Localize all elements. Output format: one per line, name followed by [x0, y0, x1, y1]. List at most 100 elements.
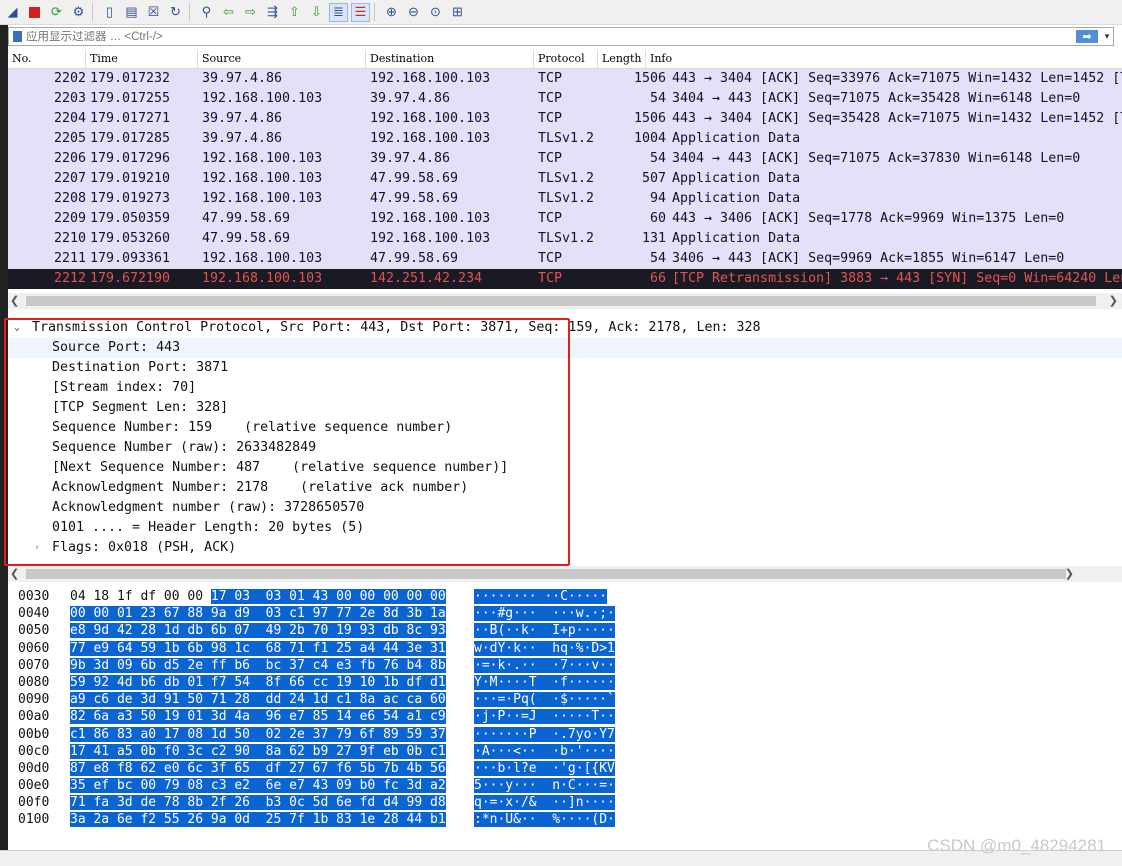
tree-item-label: Flags: 0x018 (PSH, ACK): [52, 540, 237, 555]
bookmark-icon[interactable]: [13, 31, 22, 42]
go-first-icon[interactable]: ⇧: [285, 3, 304, 22]
chevron-right-icon[interactable]: ›: [34, 538, 40, 558]
tree-item-field[interactable]: Sequence Number: 159 (relative sequence …: [8, 418, 1122, 438]
tree-item-field[interactable]: [Stream index: 70]: [8, 378, 1122, 398]
bytes-ascii: 5···y··· n·C···=·: [474, 777, 615, 794]
tree-item-field[interactable]: 0101 .... = Header Length: 20 bytes (5): [8, 518, 1122, 538]
chevron-down-icon[interactable]: ▾: [1101, 31, 1113, 42]
tree-item-field[interactable]: [TCP Segment Len: 328]: [8, 398, 1122, 418]
open-file-icon[interactable]: ▯: [100, 3, 119, 22]
packet-row-selected[interactable]: 2212 179.672190 192.168.100.103 142.251.42.…: [8, 269, 1122, 289]
bytes-offset: 0080: [18, 674, 50, 690]
tree-item-flags[interactable]: › Flags: 0x018 (PSH, ACK): [8, 538, 1122, 558]
tree-item-field[interactable]: [Next Sequence Number: 487 (relative seq…: [8, 458, 1122, 478]
packet-destination: 192.168.100.103: [370, 211, 491, 226]
reload-file-icon[interactable]: ↻: [166, 3, 185, 22]
packet-row[interactable]: 2209 179.050359 47.99.58.69 192.168.100.103…: [8, 209, 1122, 229]
packet-length: 507: [641, 171, 666, 186]
column-header-info[interactable]: Info: [646, 50, 1122, 68]
bytes-row[interactable]: 0060 77 e9 64 59 1b 6b 98 1c 68 71 f1 25 …: [8, 640, 1122, 657]
zoom-reset-icon[interactable]: ⊙: [426, 3, 445, 22]
bytes-row[interactable]: 00b0 c1 86 83 a0 17 08 1d 50 02 2e 37 79 …: [8, 726, 1122, 743]
bytes-ascii: ···=·Pq( ·$·····`: [474, 691, 615, 708]
packet-row[interactable]: 2211 179.093361 192.168.100.103 47.99.58.69…: [8, 249, 1122, 269]
go-to-packet-icon[interactable]: ⇶: [263, 3, 282, 22]
packet-row[interactable]: 2203 179.017255 192.168.100.103 39.97.4.86 T…: [8, 89, 1122, 109]
bytes-offset: 00e0: [18, 778, 50, 794]
go-forward-icon[interactable]: ⇨: [241, 3, 260, 22]
close-file-icon[interactable]: ☒: [144, 3, 163, 22]
scrollbar-thumb[interactable]: [26, 296, 1096, 306]
column-header-time[interactable]: Time: [86, 50, 198, 68]
stop-capture-icon[interactable]: [25, 3, 44, 22]
save-file-icon[interactable]: ▤: [122, 3, 141, 22]
packet-row[interactable]: 2207 179.019210 192.168.100.103 47.99.58.69…: [8, 169, 1122, 189]
packet-no: 2208: [53, 191, 86, 206]
packet-time: 179.050359: [90, 211, 171, 226]
bytes-row[interactable]: 00c0 17 41 a5 0b f0 3c c2 90 8a 62 b9 27 …: [8, 743, 1122, 760]
restart-capture-icon[interactable]: ⟳: [47, 3, 66, 22]
bytes-hex: 17 41 a5 0b f0 3c c2 90 8a 62 b9 27 9f e…: [70, 743, 474, 760]
packet-row[interactable]: 2205 179.017285 39.97.4.86 192.168.100.103 T…: [8, 129, 1122, 149]
bytes-row[interactable]: 0040 00 00 01 23 67 88 9a d9 03 c1 97 77 …: [8, 605, 1122, 622]
display-filter-input[interactable]: [26, 30, 1076, 43]
chevron-down-icon[interactable]: ⌄: [14, 318, 20, 338]
tree-item-field[interactable]: Sequence Number (raw): 2633482849: [8, 438, 1122, 458]
bytes-row[interactable]: 00e0 35 ef bc 00 79 08 c3 e2 6e e7 43 09 …: [8, 777, 1122, 794]
bytes-ascii-selected: ·· ··C·····: [520, 589, 608, 604]
column-header-source[interactable]: Source: [198, 50, 366, 68]
bytes-row[interactable]: 00a0 82 6a a3 50 19 01 3d 4a 96 e7 85 14 …: [8, 708, 1122, 725]
scroll-right-icon[interactable]: ❯: [1065, 567, 1074, 580]
bytes-row[interactable]: 00f0 71 fa 3d de 78 8b 2f 26 b3 0c 5d 6e …: [8, 794, 1122, 811]
tree-item-field[interactable]: Source Port: 443: [8, 338, 1122, 358]
shark-fin-start-icon[interactable]: ◢: [3, 3, 22, 22]
tree-item-tcp[interactable]: ⌄ Transmission Control Protocol, Src Port…: [8, 318, 1122, 338]
tree-item-field[interactable]: Destination Port: 3871: [8, 358, 1122, 378]
apply-filter-button[interactable]: ➡: [1076, 30, 1098, 43]
bytes-row[interactable]: 00d0 87 e8 f8 62 e0 6c 3f 65 df 27 67 f6 …: [8, 760, 1122, 777]
capture-options-icon[interactable]: ⚙: [69, 3, 88, 22]
column-header-protocol[interactable]: Protocol: [534, 50, 598, 68]
autoscroll-icon[interactable]: ≣: [329, 2, 348, 22]
scroll-left-icon[interactable]: ❮: [10, 294, 19, 307]
packet-list-header: No. Time Source Destination Protocol Len…: [8, 50, 1122, 69]
scroll-right-icon[interactable]: ❯: [1109, 294, 1118, 307]
display-filter-bar: ➡ ▾: [8, 27, 1114, 46]
colorize-icon[interactable]: ☰: [351, 2, 370, 22]
bytes-row[interactable]: 0100 3a 2a 6e f2 55 26 9a 0d 25 7f 1b 83 …: [8, 811, 1122, 828]
zoom-in-icon[interactable]: ⊕: [382, 3, 401, 22]
bytes-row[interactable]: 0070 9b 3d 09 6b d5 2e ff b6 bc 37 c4 e3 …: [8, 657, 1122, 674]
resize-columns-icon[interactable]: ⊞: [448, 3, 467, 22]
bytes-hex-selected: 77 e9 64 59 1b 6b 98 1c 68 71 f1 25 a4 4…: [70, 640, 446, 656]
packet-row[interactable]: 2210 179.053260 47.99.58.69 192.168.100.103…: [8, 229, 1122, 249]
bytes-ascii: ·······P ·.7yo·Y7: [474, 726, 615, 743]
details-hscrollbar[interactable]: ❮ ❯: [8, 566, 1122, 582]
find-packet-icon[interactable]: ⚲: [197, 3, 216, 22]
bytes-row[interactable]: 0090 a9 c6 de 3d 91 50 71 28 dd 24 1d c1 …: [8, 691, 1122, 708]
go-last-icon[interactable]: ⇩: [307, 3, 326, 22]
tree-item-field[interactable]: Acknowledgment number (raw): 3728650570: [8, 498, 1122, 518]
packet-row[interactable]: 2206 179.017296 192.168.100.103 39.97.4.86 T…: [8, 149, 1122, 169]
scrollbar-thumb[interactable]: [26, 569, 1066, 579]
packet-time: 179.017255: [90, 91, 171, 106]
go-back-icon[interactable]: ⇦: [219, 3, 238, 22]
column-header-no[interactable]: No.: [8, 50, 86, 68]
bytes-row[interactable]: 0080 59 92 4d b6 db 01 f7 54 8f 66 cc 19 …: [8, 674, 1122, 691]
scroll-left-icon[interactable]: ❮: [10, 567, 19, 580]
zoom-out-icon[interactable]: ⊖: [404, 3, 423, 22]
column-header-destination[interactable]: Destination: [366, 50, 534, 68]
packet-list-hscrollbar[interactable]: ❮ ❯: [8, 293, 1122, 309]
packet-row[interactable]: 2204 179.017271 39.97.4.86 192.168.100.103 T…: [8, 109, 1122, 129]
bytes-row[interactable]: 0050 e8 9d 42 28 1d db 6b 07 49 2b 70 19 …: [8, 622, 1122, 639]
packet-no: 2207: [53, 171, 86, 186]
packet-row[interactable]: 2202 179.017232 39.97.4.86 192.168.100.103 T…: [8, 69, 1122, 89]
tree-item-field[interactable]: Acknowledgment Number: 2178 (relative ac…: [8, 478, 1122, 498]
bytes-row[interactable]: 0030 04 18 1f df 00 00 17 03 03 01 43 00 …: [8, 588, 1122, 605]
packet-row[interactable]: 2208 179.019273 192.168.100.103 47.99.58.69…: [8, 189, 1122, 209]
bytes-ascii-selected: 5···y··· n·C···=·: [474, 778, 615, 794]
bytes-hex-selected: a9 c6 de 3d 91 50 71 28 dd 24 1d c1 8a a…: [70, 692, 446, 708]
bytes-ascii-selected: ·=·k·.·· ·7···v··: [474, 657, 615, 673]
bytes-offset: 0100: [18, 812, 50, 828]
toolbar-separator: [189, 3, 190, 21]
column-header-length[interactable]: Length: [598, 50, 646, 68]
